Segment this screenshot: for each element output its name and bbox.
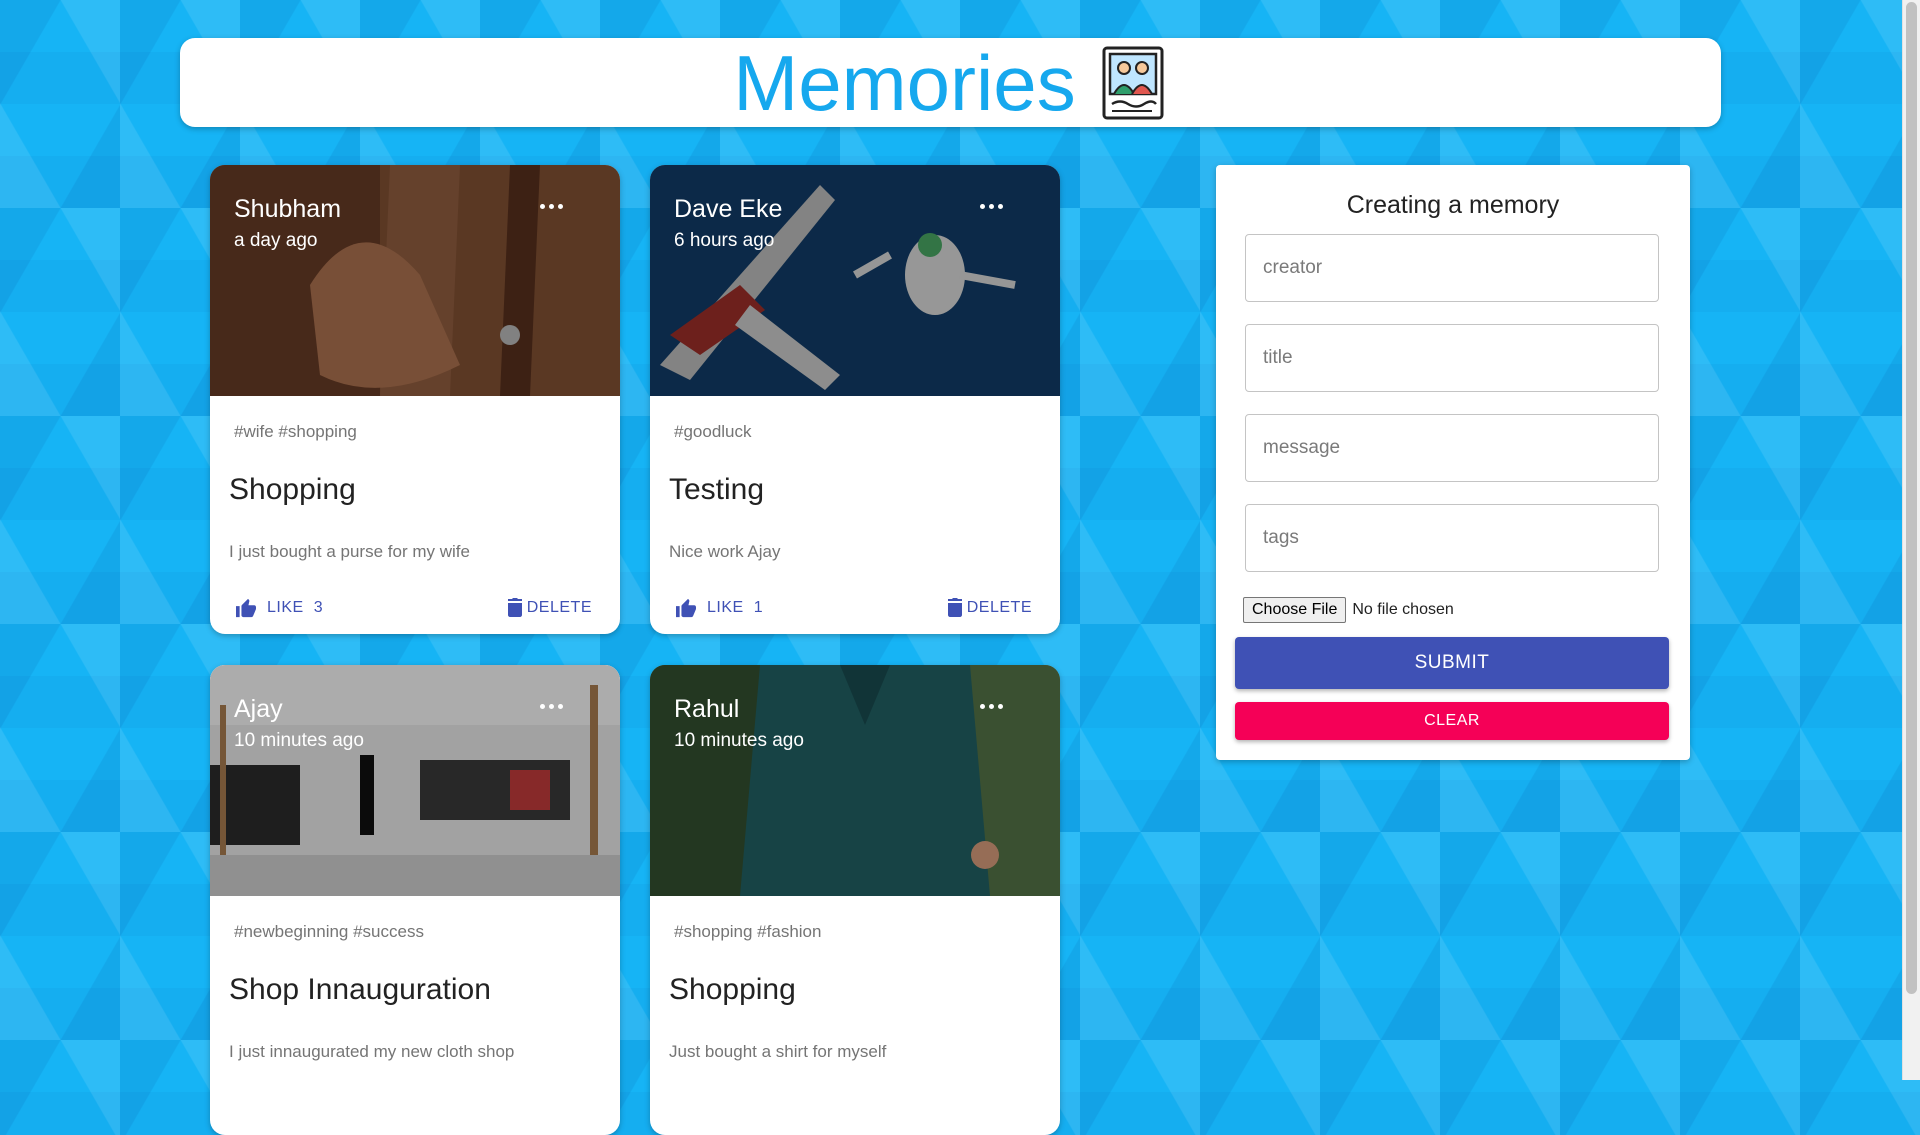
- like-count: 3: [313, 599, 324, 616]
- more-icon[interactable]: [980, 202, 1008, 212]
- like-button[interactable]: LIKE 1: [675, 598, 763, 618]
- more-icon[interactable]: [980, 702, 1008, 712]
- delete-label: DELETE: [966, 598, 1032, 616]
- card-creator: Rahul: [674, 695, 740, 723]
- creator-field: [1245, 234, 1659, 302]
- page-scrollbar[interactable]: [1902, 0, 1920, 1080]
- card-tags: #newbeginning #success: [234, 922, 424, 941]
- file-picker: Choose File No file chosen: [1243, 597, 1454, 623]
- card-tags: #goodluck: [674, 422, 752, 441]
- message-input[interactable]: [1246, 415, 1658, 481]
- card-message: Nice work Ajay: [669, 542, 781, 561]
- trash-icon: [507, 598, 522, 617]
- like-button[interactable]: LIKE 3: [235, 598, 323, 618]
- delete-label: DELETE: [526, 598, 592, 616]
- card-tags: #wife #shopping: [234, 422, 357, 441]
- memory-card: Rahul 10 minutes ago #shopping #fashion …: [650, 665, 1060, 1135]
- more-icon[interactable]: [540, 702, 568, 712]
- form-title: Creating a memory: [1346, 191, 1560, 219]
- app-bar: Memories: [180, 38, 1721, 127]
- memories-photo-icon: [1102, 46, 1164, 119]
- card-image: Ajay 10 minutes ago: [210, 665, 620, 896]
- scrollbar-thumb[interactable]: [1906, 2, 1917, 994]
- trash-icon: [947, 598, 962, 617]
- clear-button[interactable]: CLEAR: [1235, 702, 1669, 740]
- create-memory-form: Creating a memory Choose File No file ch…: [1216, 165, 1690, 760]
- card-image: Rahul 10 minutes ago: [650, 665, 1060, 896]
- message-field: [1245, 414, 1659, 482]
- like-count: 1: [753, 599, 764, 616]
- file-status: No file chosen: [1352, 601, 1454, 618]
- card-time: 10 minutes ago: [674, 730, 804, 751]
- card-time: 10 minutes ago: [234, 730, 364, 751]
- memory-card: Dave Eke 6 hours ago #goodluck Testing N…: [650, 165, 1060, 634]
- memory-card: Ajay 10 minutes ago #newbeginning #succe…: [210, 665, 620, 1135]
- card-message: I just bought a purse for my wife: [229, 542, 470, 561]
- card-title: Testing: [669, 473, 765, 506]
- card-title: Shopping: [229, 473, 356, 506]
- card-creator: Ajay: [234, 695, 283, 723]
- card-title: Shop Innauguration: [229, 973, 491, 1006]
- card-title: Shopping: [669, 973, 796, 1006]
- like-label: LIKE: [267, 599, 304, 616]
- more-icon[interactable]: [540, 202, 568, 212]
- card-message: Just bought a shirt for myself: [669, 1042, 887, 1061]
- app-title: Memories: [733, 38, 1076, 127]
- card-image: Dave Eke 6 hours ago: [650, 165, 1060, 396]
- title-field: [1245, 324, 1659, 392]
- memory-card: Shubham a day ago #wife #shopping Shoppi…: [210, 165, 620, 634]
- tags-input[interactable]: [1246, 505, 1658, 571]
- card-time: a day ago: [234, 230, 318, 251]
- card-creator: Shubham: [234, 195, 342, 223]
- card-actions: LIKE 3 DELETE: [210, 590, 620, 630]
- card-time: 6 hours ago: [674, 230, 775, 251]
- card-image: Shubham a day ago: [210, 165, 620, 396]
- delete-button[interactable]: DELETE: [947, 598, 1032, 617]
- creator-input[interactable]: [1246, 235, 1658, 301]
- card-message: I just innaugurated my new cloth shop: [229, 1042, 515, 1061]
- card-creator: Dave Eke: [674, 195, 783, 223]
- card-tags: #shopping #fashion: [674, 922, 822, 941]
- thumb-up-icon: [676, 598, 696, 618]
- title-input[interactable]: [1246, 325, 1658, 391]
- card-actions: LIKE 1 DELETE: [650, 590, 1060, 630]
- thumb-up-icon: [236, 598, 256, 618]
- delete-button[interactable]: DELETE: [507, 598, 592, 617]
- tags-field: [1245, 504, 1659, 572]
- submit-button[interactable]: SUBMIT: [1235, 637, 1669, 689]
- choose-file-button[interactable]: Choose File: [1243, 597, 1347, 623]
- like-label: LIKE: [707, 599, 744, 616]
